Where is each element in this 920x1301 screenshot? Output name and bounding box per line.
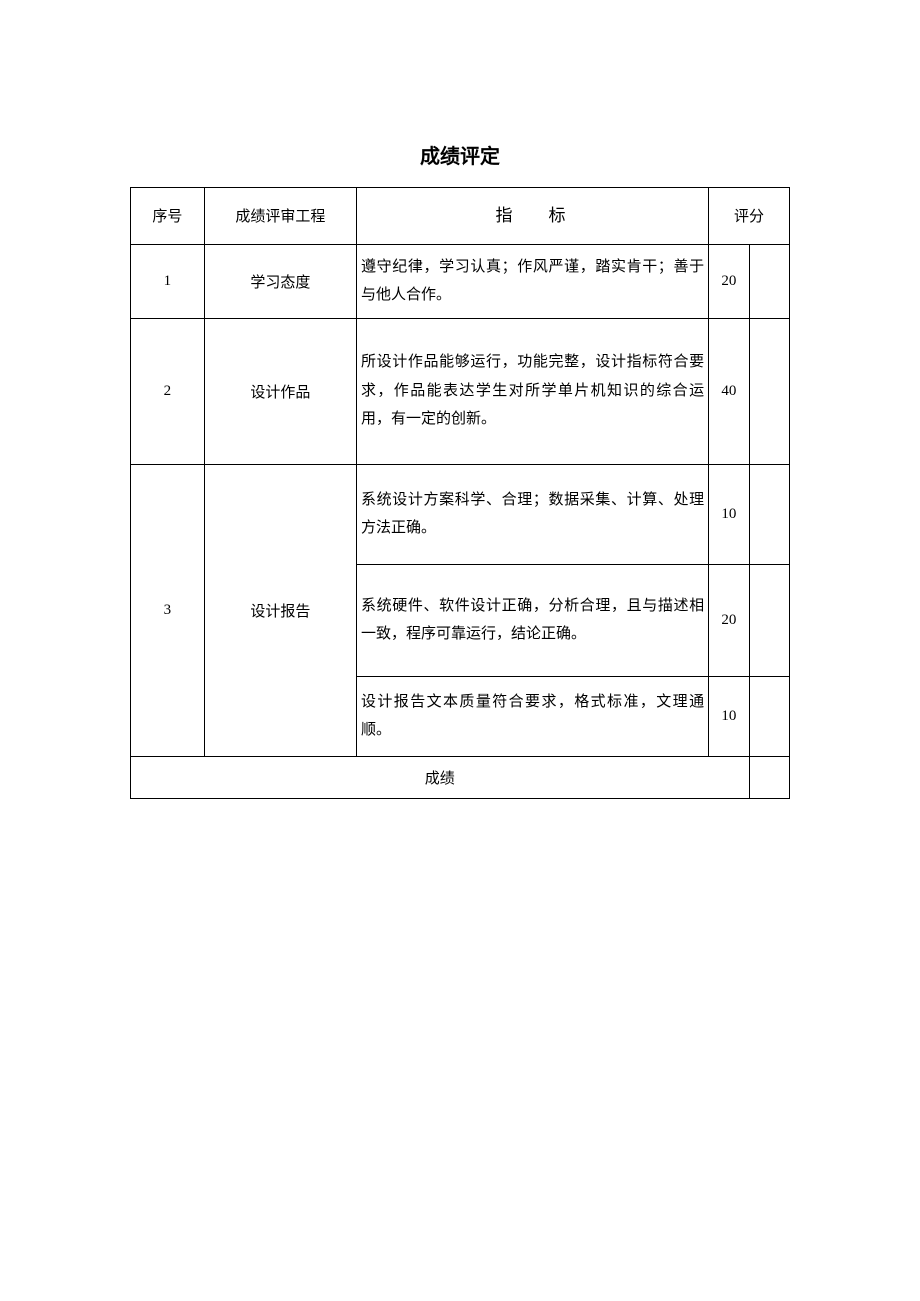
cell-score: 40 — [709, 318, 749, 464]
cell-score: 10 — [709, 676, 749, 756]
cell-score-blank — [749, 464, 789, 564]
cell-score: 20 — [709, 564, 749, 676]
table-header-row: 序号 成绩评审工程 指标 评分 — [131, 188, 790, 245]
cell-seq: 1 — [131, 244, 205, 318]
table-row: 1 学习态度 遵守纪律，学习认真；作风严谨，踏实肯干；善于与他人合作。 20 — [131, 244, 790, 318]
cell-score-blank — [749, 244, 789, 318]
header-indicator: 指标 — [357, 188, 709, 245]
cell-seq: 2 — [131, 318, 205, 464]
footer-label: 成绩 — [131, 756, 750, 798]
table-row: 2 设计作品 所设计作品能够运行，功能完整，设计指标符合要求，作品能表达学生对所… — [131, 318, 790, 464]
header-score: 评分 — [709, 188, 790, 245]
cell-score-blank — [749, 318, 789, 464]
header-project: 成绩评审工程 — [204, 188, 356, 245]
cell-score: 20 — [709, 244, 749, 318]
cell-indicator: 设计报告文本质量符合要求，格式标准，文理通顺。 — [357, 676, 709, 756]
cell-indicator: 遵守纪律，学习认真；作风严谨，踏实肯干；善于与他人合作。 — [357, 244, 709, 318]
footer-score-blank — [749, 756, 789, 798]
grading-table: 序号 成绩评审工程 指标 评分 1 学习态度 遵守纪律，学习认真；作风严谨，踏实… — [130, 187, 790, 799]
cell-project: 设计报告 — [204, 464, 356, 756]
cell-project: 学习态度 — [204, 244, 356, 318]
cell-score-blank — [749, 564, 789, 676]
table-row: 3 设计报告 系统设计方案科学、合理；数据采集、计算、处理方法正确。 10 — [131, 464, 790, 564]
table-footer-row: 成绩 — [131, 756, 790, 798]
cell-indicator: 所设计作品能够运行，功能完整，设计指标符合要求，作品能表达学生对所学单片机知识的… — [357, 318, 709, 464]
header-seq: 序号 — [131, 188, 205, 245]
cell-score-blank — [749, 676, 789, 756]
cell-score: 10 — [709, 464, 749, 564]
cell-indicator: 系统设计方案科学、合理；数据采集、计算、处理方法正确。 — [357, 464, 709, 564]
cell-project: 设计作品 — [204, 318, 356, 464]
page-title: 成绩评定 — [130, 140, 790, 169]
cell-indicator: 系统硬件、软件设计正确，分析合理，且与描述相一致，程序可靠运行，结论正确。 — [357, 564, 709, 676]
cell-seq: 3 — [131, 464, 205, 756]
